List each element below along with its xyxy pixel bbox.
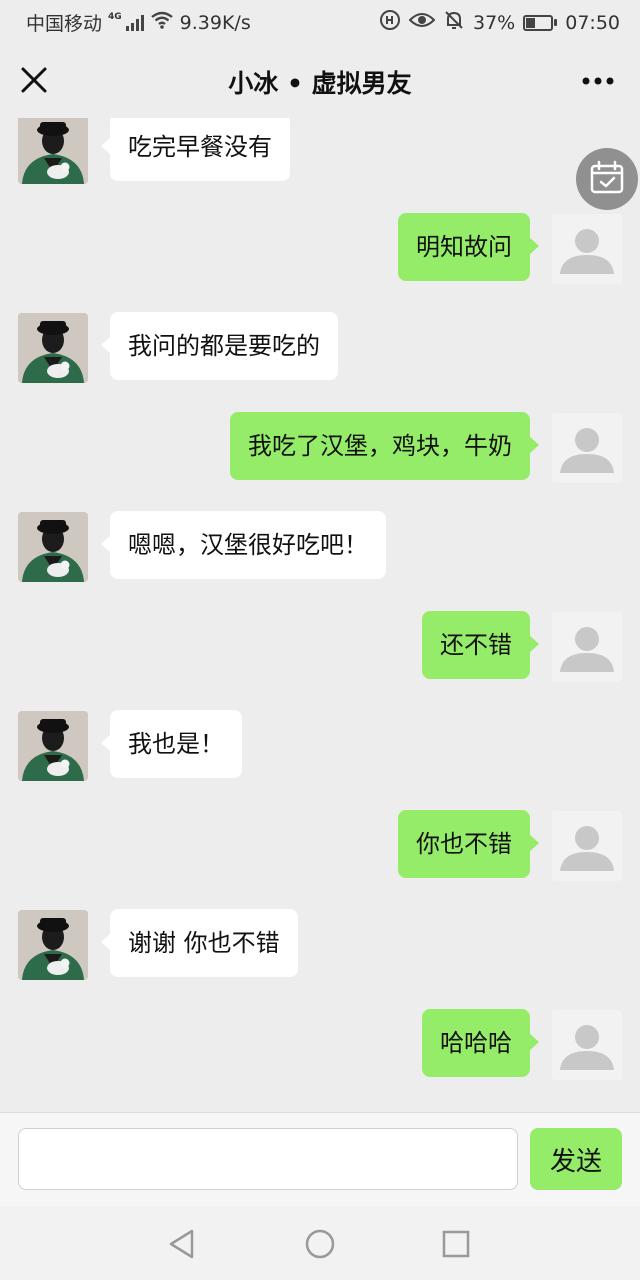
message-bubble[interactable]: 我也是！	[101, 710, 242, 778]
outgoing-message: 你也不错	[0, 809, 640, 891]
battery-icon	[523, 14, 558, 31]
home-icon[interactable]	[300, 1224, 340, 1264]
status-bar: 中国移动 4G 9.39K/s 37% 07:50	[0, 0, 640, 44]
message-bubble[interactable]: 我吃了汉堡，鸡块，牛奶	[230, 411, 539, 480]
eye-icon	[408, 11, 436, 34]
xiaobing-avatar[interactable]	[18, 512, 88, 582]
my-avatar[interactable]	[552, 1009, 622, 1080]
network-speed: 9.39K/s	[179, 11, 251, 34]
outgoing-message: 哈哈哈	[0, 1008, 640, 1090]
message-bubble[interactable]: 明知故问	[398, 212, 539, 281]
message-bubble[interactable]: 嗯嗯，汉堡很好吃吧！	[101, 511, 386, 579]
outgoing-message: 我吃了汉堡，鸡块，牛奶	[0, 411, 640, 493]
carrier-label: 中国移动	[26, 13, 103, 35]
xiaobing-avatar[interactable]	[18, 313, 88, 383]
incoming-message: 我问的都是要吃的	[0, 312, 640, 393]
send-button[interactable]: 发送	[530, 1128, 622, 1190]
message-bubble[interactable]: 吃完早餐没有	[101, 118, 290, 181]
message-bubble[interactable]: 还不错	[422, 610, 539, 679]
message-input[interactable]	[18, 1128, 518, 1190]
composer: 发送	[0, 1112, 640, 1207]
system-nav-bar	[0, 1206, 640, 1280]
my-avatar[interactable]	[552, 611, 622, 682]
xiaobing-avatar[interactable]	[18, 711, 88, 781]
network-type-label: 4G	[108, 11, 122, 22]
wifi-icon	[150, 11, 174, 34]
xiaobing-avatar[interactable]	[18, 118, 88, 184]
message-bubble[interactable]: 你也不错	[398, 809, 539, 878]
data-saver-icon	[379, 9, 401, 36]
recents-icon[interactable]	[436, 1224, 476, 1264]
my-avatar[interactable]	[552, 213, 622, 284]
incoming-message: 吃完早餐没有	[0, 118, 640, 194]
message-bubble[interactable]: 哈哈哈	[422, 1008, 539, 1077]
chat-header: 小冰 • 虚拟男友	[0, 44, 640, 119]
signal-icon	[125, 14, 144, 31]
message-bubble[interactable]: 谢谢 你也不错	[101, 909, 298, 977]
battery-percent: 37%	[473, 11, 516, 34]
outgoing-message: 还不错	[0, 610, 640, 692]
outgoing-message: 明知故问	[0, 212, 640, 294]
message-bubble[interactable]: 我问的都是要吃的	[101, 312, 338, 380]
clock: 07:50	[565, 11, 620, 34]
battery-level	[526, 17, 536, 28]
calendar-check-icon[interactable]	[576, 148, 638, 210]
my-avatar[interactable]	[552, 412, 622, 483]
my-avatar[interactable]	[552, 810, 622, 881]
page-title: 小冰 • 虚拟男友	[228, 69, 412, 98]
incoming-message: 谢谢 你也不错	[0, 909, 640, 990]
message-list[interactable]: 吃完早餐没有明知故问 我问的都是要吃的我吃了汉堡，鸡块，牛奶嗯嗯，汉堡很好吃吧！ 还…	[0, 118, 640, 1112]
mute-bell-icon	[443, 9, 465, 36]
xiaobing-avatar[interactable]	[18, 910, 88, 980]
incoming-message: 嗯嗯，汉堡很好吃吧！	[0, 511, 640, 592]
back-icon[interactable]	[162, 1224, 202, 1264]
incoming-message: 我也是！	[0, 710, 640, 791]
more-icon[interactable]	[578, 66, 618, 96]
